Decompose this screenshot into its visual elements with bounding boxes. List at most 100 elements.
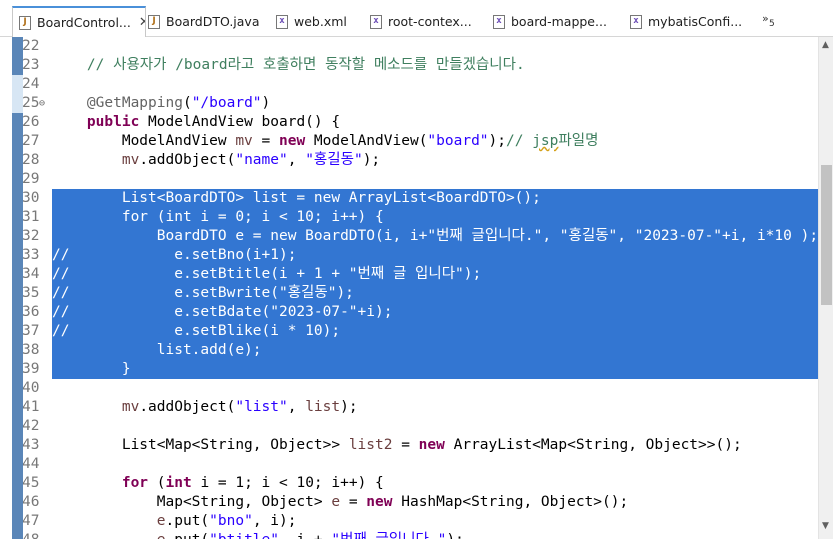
line-number: 47	[22, 513, 40, 529]
line-number: 34	[22, 266, 40, 282]
code-text: List<Map<String, Object>> list2 = new Ar…	[52, 437, 742, 453]
xml-file-icon: x	[493, 14, 505, 29]
code-text: List<BoardDTO> list = new ArrayList<Boar…	[52, 190, 541, 206]
scrollbar-thumb[interactable]	[821, 165, 832, 305]
code-text: for (int i = 1; i < 10; i++) {	[121, 475, 384, 491]
code-text: // e.setBwrite("홍길동");	[52, 285, 354, 301]
java-file-icon: J	[19, 15, 31, 30]
tab-overflow-icon[interactable]: »	[762, 12, 769, 25]
line-number: 44	[22, 456, 40, 472]
line-number: 31	[22, 209, 40, 225]
code-line[interactable]: 38 list.add(e);	[0, 341, 818, 360]
line-number: 27	[22, 133, 40, 149]
line-number: 24	[22, 76, 40, 92]
line-number: 41	[22, 399, 40, 415]
tab-web-xml[interactable]: x web.xml	[276, 6, 366, 37]
code-text: // e.setBlike(i * 10);	[52, 323, 341, 339]
line-number: 22	[22, 38, 40, 54]
code-text: list.add(e);	[52, 342, 262, 358]
code-line[interactable]: 42	[0, 417, 818, 436]
code-line[interactable]: 28 mv.addObject("name", "홍길동");	[0, 151, 818, 170]
change-marker	[12, 37, 23, 75]
code-text: // e.setBno(i+1);	[52, 247, 297, 263]
line-number: 45	[22, 475, 40, 491]
code-line[interactable]: 33 // e.setBno(i+1);	[0, 246, 818, 265]
code-text: for (int i = 0; i < 10; i++) {	[52, 209, 384, 225]
code-text: Map<String, Object> e = new HashMap<Stri…	[52, 494, 629, 510]
line-number: 23	[22, 57, 40, 73]
code-text: mv.addObject("name", "홍길동");	[121, 152, 381, 168]
line-number: 29	[22, 171, 40, 187]
code-text: BoardDTO e = new BoardDTO(i, i+"번째 글입니다.…	[52, 228, 818, 244]
code-line[interactable]: 32 BoardDTO e = new BoardDTO(i, i+"번째 글입…	[0, 227, 818, 246]
line-number: 40	[22, 380, 40, 396]
tab-board-mapper[interactable]: x board-mappe...	[493, 6, 618, 37]
code-line[interactable]: 31 for (int i = 0; i < 10; i++) {	[0, 208, 818, 227]
code-line[interactable]: 44	[0, 455, 818, 474]
editor-tab-bar: J BoardControl... ✕ J BoardDTO.java x we…	[0, 0, 833, 37]
xml-file-icon: x	[630, 14, 642, 29]
code-line[interactable]: 27 ModelAndView mv = new ModelAndView("b…	[0, 132, 818, 151]
tab-label: BoardControl...	[37, 15, 131, 30]
code-line[interactable]: 25 ⊖ @GetMapping("/board")	[0, 94, 818, 113]
line-number: 37	[22, 323, 40, 339]
tab-label: mybatisConfi...	[648, 14, 743, 29]
tab-boardcontroller[interactable]: J BoardControl... ✕	[12, 6, 146, 37]
line-number: 30	[22, 190, 40, 206]
tab-root-context[interactable]: x root-contex...	[370, 6, 490, 37]
scroll-down-icon[interactable]: ▼	[822, 521, 829, 531]
code-editor[interactable]: 22 23 // 사용자가 /board라고 호출하면 동작할 메소드를 만들겠습…	[0, 37, 818, 539]
code-line[interactable]: 30 List<BoardDTO> list = new ArrayList<B…	[0, 189, 818, 208]
code-line[interactable]: 41 mv.addObject("list", list);	[0, 398, 818, 417]
code-text: @GetMapping("/board")	[86, 95, 271, 111]
code-line[interactable]: 46 Map<String, Object> e = new HashMap<S…	[0, 493, 818, 512]
line-number: 35	[22, 285, 40, 301]
code-line[interactable]: 35 // e.setBwrite("홍길동");	[0, 284, 818, 303]
code-text: e.put("btitle", i + "번째 글입니다.");	[52, 531, 464, 539]
code-line[interactable]: 43 List<Map<String, Object>> list2 = new…	[0, 436, 818, 455]
code-line[interactable]: 23 // 사용자가 /board라고 호출하면 동작할 메소드를 만들겠습니다…	[0, 56, 818, 75]
line-number: 38	[22, 342, 40, 358]
line-number: 32	[22, 228, 40, 244]
line-number: 46	[22, 494, 40, 510]
code-text: mv.addObject("list", list);	[121, 399, 358, 415]
code-line[interactable]: 29	[0, 170, 818, 189]
scroll-up-icon[interactable]: ▲	[822, 40, 829, 50]
line-number: 48	[22, 531, 46, 539]
close-icon[interactable]: ✕	[139, 15, 145, 30]
code-line[interactable]: 34 // e.setBtitle(i + 1 + "번째 글 입니다");	[0, 265, 818, 284]
fold-toggle-icon[interactable]: ⊖	[39, 94, 45, 113]
code-line[interactable]: 37 // e.setBlike(i * 10);	[0, 322, 818, 341]
xml-file-icon: x	[370, 14, 382, 29]
tab-overflow-count: 5	[769, 19, 775, 29]
line-number: 39	[22, 361, 40, 377]
code-text: public ModelAndView board() {	[86, 114, 341, 130]
xml-file-icon: x	[276, 14, 288, 29]
line-number: 43	[22, 437, 40, 453]
code-line[interactable]: 22	[0, 37, 818, 56]
code-text: // e.setBtitle(i + 1 + "번째 글 입니다");	[52, 266, 482, 282]
code-text: e.put("bno", i);	[156, 513, 297, 529]
change-marker	[12, 113, 23, 539]
code-line[interactable]: 24	[0, 75, 818, 94]
line-number: 36	[22, 304, 40, 320]
vertical-scrollbar[interactable]: ▲ ▼	[818, 37, 833, 539]
code-line[interactable]: 40	[0, 379, 818, 398]
tab-label: board-mappe...	[511, 14, 607, 29]
tab-mybatis-config[interactable]: x mybatisConfi...	[630, 6, 752, 37]
tab-label: BoardDTO.java	[166, 14, 260, 29]
code-line[interactable]: 39 }	[0, 360, 818, 379]
code-line[interactable]: 48 e.put("btitle", i + "번째 글입니다.");	[0, 531, 818, 539]
line-number: 42	[22, 418, 40, 434]
code-line[interactable]: 45 for (int i = 1; i < 10; i++) {	[0, 474, 818, 493]
code-text: ModelAndView mv = new ModelAndView("boar…	[52, 133, 599, 149]
code-line[interactable]: 36 // e.setBdate("2023-07-"+i);	[0, 303, 818, 322]
code-text: // e.setBdate("2023-07-"+i);	[52, 304, 393, 320]
code-text: }	[52, 361, 131, 377]
code-line[interactable]: 47 e.put("bno", i);	[0, 512, 818, 531]
code-line[interactable]: 26 public ModelAndView board() {	[0, 113, 818, 132]
tab-boarddto[interactable]: J BoardDTO.java	[148, 6, 273, 37]
line-number: 26	[22, 114, 40, 130]
code-text: // 사용자가 /board라고 호출하면 동작할 메소드를 만들겠습니다.	[86, 57, 525, 73]
java-file-icon: J	[148, 14, 160, 29]
